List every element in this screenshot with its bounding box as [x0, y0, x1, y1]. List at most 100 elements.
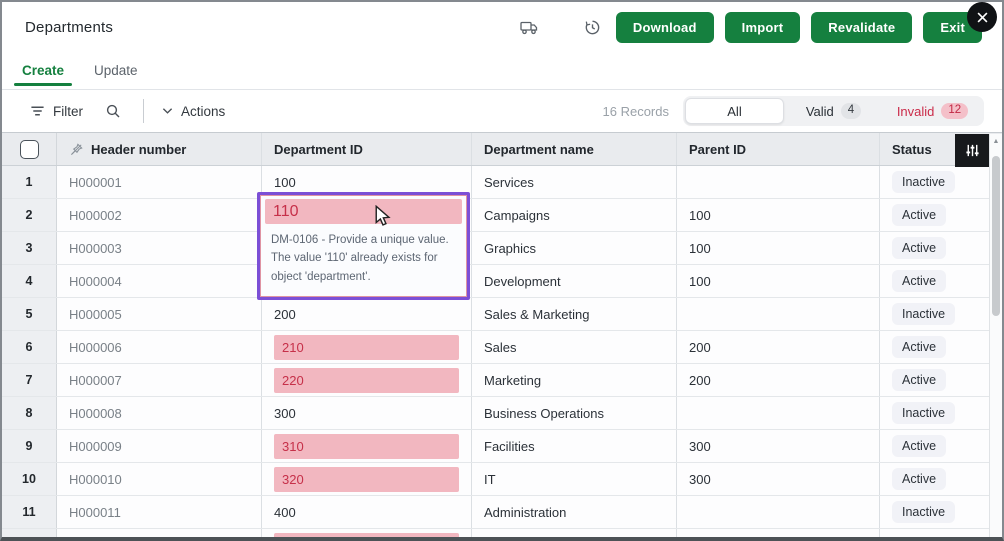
- header-number-cell[interactable]: H000011: [57, 496, 262, 528]
- status-cell[interactable]: Active: [880, 232, 1002, 264]
- import-button[interactable]: Import: [725, 12, 801, 43]
- header-number-cell[interactable]: H000004: [57, 265, 262, 297]
- segment-invalid[interactable]: Invalid 12: [883, 98, 982, 124]
- truck-icon[interactable]: [516, 15, 543, 40]
- department-name-cell[interactable]: Administration: [472, 496, 677, 528]
- scrollbar-thumb[interactable]: [992, 156, 1000, 316]
- validation-error-popup: 110 DM-0106 - Provide a unique value. Th…: [260, 195, 467, 297]
- department-name-cell[interactable]: Marketing: [472, 364, 677, 396]
- department-name-cell[interactable]: Sales & Marketing: [472, 298, 677, 330]
- parent-id-cell[interactable]: 200: [677, 331, 880, 363]
- department-id-cell[interactable]: 220: [262, 364, 472, 396]
- parent-id-cell[interactable]: 200: [677, 364, 880, 396]
- department-name-cell[interactable]: Business Operations: [472, 397, 677, 429]
- status-cell[interactable]: Inactive: [880, 298, 1002, 330]
- column-header-label: Header number: [91, 142, 186, 157]
- select-all-checkbox[interactable]: [20, 140, 39, 159]
- parent-id-cell[interactable]: [677, 166, 880, 198]
- status-cell[interactable]: Active: [880, 463, 1002, 495]
- unpin-icon: [69, 142, 84, 157]
- status-cell[interactable]: Inactive: [880, 496, 1002, 528]
- column-header-department-name[interactable]: Department name: [472, 133, 677, 165]
- status-badge: Inactive: [892, 402, 955, 424]
- status-cell[interactable]: Active: [880, 364, 1002, 396]
- row-number: 4: [2, 265, 57, 297]
- column-header-label: Department ID: [274, 142, 363, 157]
- row-number: 10: [2, 463, 57, 495]
- data-management-window: Departments Download Import Revalidate E…: [0, 0, 1004, 541]
- parent-id-cell[interactable]: 100: [677, 265, 880, 297]
- close-button[interactable]: [967, 2, 997, 32]
- status-cell[interactable]: Inactive: [880, 166, 1002, 198]
- invalid-cell-value: 210: [274, 335, 459, 360]
- header-number-cell[interactable]: H000003: [57, 232, 262, 264]
- parent-id-cell[interactable]: 300: [677, 430, 880, 462]
- filter-label: Filter: [53, 104, 83, 119]
- department-id-cell[interactable]: 300: [262, 397, 472, 429]
- table-row: 6 H000006 210 Sales 200 Active: [2, 331, 1002, 364]
- department-name-cell[interactable]: Services: [472, 166, 677, 198]
- department-id-cell[interactable]: 210: [262, 331, 472, 363]
- parent-id-cell[interactable]: 100: [677, 232, 880, 264]
- department-id-cell[interactable]: 320: [262, 463, 472, 495]
- parent-id-cell[interactable]: [677, 496, 880, 528]
- department-name-cell[interactable]: Graphics: [472, 232, 677, 264]
- revalidate-button[interactable]: Revalidate: [811, 12, 912, 43]
- filter-button[interactable]: Filter: [30, 104, 83, 119]
- status-cell[interactable]: Active: [880, 199, 1002, 231]
- department-name-cell[interactable]: Development: [472, 265, 677, 297]
- header-number-cell[interactable]: H000001: [57, 166, 262, 198]
- invalid-department-id-cell[interactable]: 110: [265, 199, 462, 224]
- parent-id-cell[interactable]: 300: [677, 463, 880, 495]
- scroll-up-arrow[interactable]: ▲: [990, 134, 1002, 145]
- page-title: Departments: [25, 19, 113, 36]
- department-name-cell[interactable]: Sales: [472, 331, 677, 363]
- row-number: 2: [2, 199, 57, 231]
- status-cell[interactable]: Inactive: [880, 397, 1002, 429]
- status-cell[interactable]: [880, 529, 1002, 537]
- department-name-cell[interactable]: Campaigns: [472, 199, 677, 231]
- department-id-cell[interactable]: [262, 529, 472, 537]
- segment-all-label: All: [727, 104, 741, 119]
- header-number-cell[interactable]: [57, 529, 262, 537]
- department-id-cell[interactable]: 310: [262, 430, 472, 462]
- header-number-cell[interactable]: H000006: [57, 331, 262, 363]
- parent-id-cell[interactable]: 100: [677, 199, 880, 231]
- parent-id-cell[interactable]: [677, 298, 880, 330]
- actions-menu-button[interactable]: Actions: [162, 104, 225, 119]
- history-icon[interactable]: [580, 15, 605, 40]
- header-number-cell[interactable]: H000009: [57, 430, 262, 462]
- status-badge: Active: [892, 237, 946, 259]
- error-message: DM-0106 - Provide a unique value. The va…: [261, 227, 466, 290]
- tab-create[interactable]: Create: [20, 59, 66, 86]
- department-id-cell[interactable]: 200: [262, 298, 472, 330]
- status-badge: Active: [892, 468, 946, 490]
- vertical-scrollbar[interactable]: ▲: [989, 134, 1002, 537]
- header-number-cell[interactable]: H000008: [57, 397, 262, 429]
- status-cell[interactable]: Active: [880, 331, 1002, 363]
- table-row: 5 H000005 200 Sales & Marketing Inactive: [2, 298, 1002, 331]
- department-id-cell[interactable]: 400: [262, 496, 472, 528]
- segment-valid[interactable]: Valid 4: [784, 98, 883, 124]
- status-cell[interactable]: Active: [880, 265, 1002, 297]
- department-name-cell[interactable]: [472, 529, 677, 537]
- column-header-parent-id[interactable]: Parent ID: [677, 133, 880, 165]
- header-number-cell[interactable]: H000010: [57, 463, 262, 495]
- tab-update[interactable]: Update: [92, 59, 140, 86]
- header-number-cell[interactable]: H000002: [57, 199, 262, 231]
- header-number-cell[interactable]: H000007: [57, 364, 262, 396]
- status-cell[interactable]: Active: [880, 430, 1002, 462]
- header-number-cell[interactable]: H000005: [57, 298, 262, 330]
- parent-id-cell[interactable]: [677, 529, 880, 537]
- column-settings-button[interactable]: [955, 134, 989, 167]
- chevron-down-icon: [162, 107, 173, 115]
- search-button[interactable]: [105, 103, 121, 119]
- department-name-cell[interactable]: IT: [472, 463, 677, 495]
- column-header-department-id[interactable]: Department ID: [262, 133, 472, 165]
- department-name-cell[interactable]: Facilities: [472, 430, 677, 462]
- parent-id-cell[interactable]: [677, 397, 880, 429]
- row-number: 6: [2, 331, 57, 363]
- segment-all[interactable]: All: [685, 98, 784, 124]
- column-header-header-number[interactable]: Header number: [57, 133, 262, 165]
- download-button[interactable]: Download: [616, 12, 714, 43]
